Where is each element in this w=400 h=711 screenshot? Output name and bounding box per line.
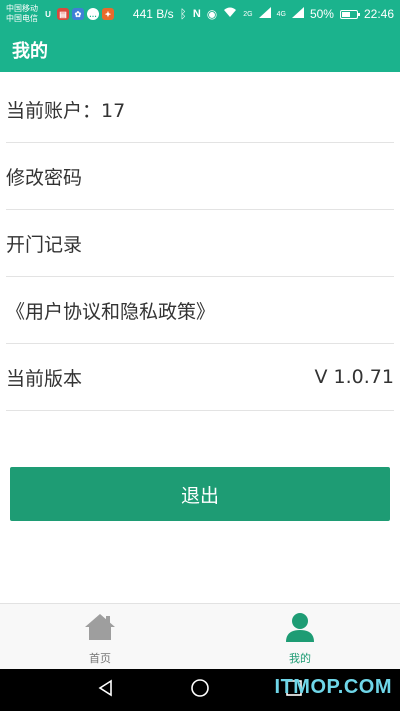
- chat-icon: …: [87, 8, 99, 20]
- menu-item-label: 当前账户：17: [6, 99, 126, 122]
- menu-item-label: 《用户协议和隐私政策》: [6, 300, 216, 323]
- menu-item-user-agreement[interactable]: 《用户协议和隐私政策》: [6, 277, 394, 344]
- menu-item-label: 当前版本: [6, 367, 83, 390]
- bottom-tab-bar: 首页 我的: [0, 603, 400, 669]
- app-bar: 我的: [0, 28, 400, 72]
- tab-label: 我的: [289, 652, 311, 665]
- menu-item-door-records[interactable]: 开门记录: [6, 210, 394, 277]
- battery-percent: 50%: [309, 7, 334, 21]
- version-value: V 1.0.71: [314, 366, 394, 388]
- carrier-2: 中国电信: [6, 14, 38, 23]
- menu-item-version[interactable]: 当前版本 V 1.0.71: [6, 344, 394, 411]
- watermark: ITMOP.COM: [274, 676, 392, 698]
- signal-icon-2: [291, 7, 304, 21]
- clock: 22:46: [363, 7, 394, 21]
- menu-item-change-password[interactable]: 修改密码: [6, 143, 394, 210]
- page-title: 我的: [12, 41, 48, 62]
- eye-icon: ◉: [206, 7, 218, 21]
- carrier-info: 中国移动 中国电信: [6, 4, 38, 24]
- notification-icons: U ▤ ✿ … ✦: [42, 8, 114, 20]
- signal-2-label: 4G: [276, 10, 286, 18]
- u-icon: U: [45, 9, 51, 19]
- nfc-icon: N: [192, 8, 201, 20]
- signal-1-label: 2G: [243, 10, 253, 18]
- news-icon: ▤: [57, 8, 69, 20]
- app-icon-2: ✦: [102, 8, 114, 20]
- back-icon[interactable]: [97, 679, 115, 701]
- screen: 中国移动 中国电信 U ▤ ✿ … ✦ 441 B/s ᛒ N ◉ 2G 4G: [0, 0, 400, 711]
- home-nav-icon[interactable]: [190, 678, 210, 702]
- bluetooth-icon: ᛒ: [179, 7, 187, 21]
- menu-item-label: 修改密码: [6, 166, 83, 189]
- menu-item-account[interactable]: 当前账户：17: [6, 76, 394, 143]
- signal-icon: [258, 7, 271, 21]
- menu-item-label: 开门记录: [6, 233, 83, 256]
- wifi-icon: [223, 7, 237, 21]
- home-icon: [84, 612, 116, 646]
- tab-mine[interactable]: 我的: [200, 604, 400, 669]
- tab-label: 首页: [89, 652, 111, 665]
- settings-menu: 当前账户：17 修改密码 开门记录 《用户协议和隐私政策》 当前版本 V 1.0…: [6, 76, 394, 411]
- net-speed: 441 B/s: [132, 7, 174, 21]
- user-icon: [285, 612, 315, 646]
- carrier-1: 中国移动: [6, 4, 38, 13]
- battery-icon: [339, 9, 360, 19]
- status-right: 441 B/s ᛒ N ◉ 2G 4G 50% 22:46: [133, 7, 394, 21]
- status-bar: 中国移动 中国电信 U ▤ ✿ … ✦ 441 B/s ᛒ N ◉ 2G 4G: [0, 0, 400, 28]
- logout-button[interactable]: 退出: [10, 467, 390, 521]
- app-icon: ✿: [72, 8, 84, 20]
- tab-home[interactable]: 首页: [0, 604, 200, 669]
